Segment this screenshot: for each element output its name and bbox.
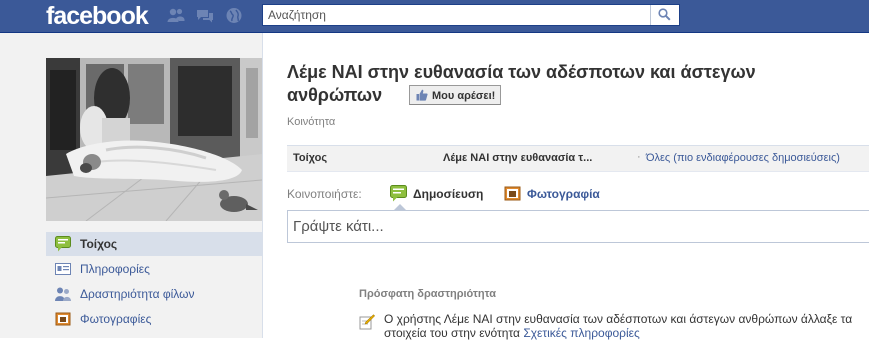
- page-title: Λέμε ΝΑΙ στην ευθανασία των αδέσποτων κα…: [287, 61, 847, 107]
- share-post-label: Δημοσίευση: [413, 187, 484, 201]
- sidebar-item-label: Πληροφορίες: [80, 262, 150, 276]
- tab-all-posts-filter[interactable]: Όλες (πιο ενδιαφέρουσες δημοσιεύσεις): [646, 152, 840, 164]
- messages-icon[interactable]: [196, 7, 214, 24]
- search-box: [262, 4, 680, 26]
- share-photo-label: Φωτογραφία: [527, 187, 600, 201]
- like-button-label: Μου αρέσει!: [432, 90, 496, 102]
- like-button[interactable]: Μου αρέσει!: [409, 85, 502, 105]
- notifications-globe-icon[interactable]: [225, 7, 243, 24]
- sidebar-item-label: Δραστηριότητα φίλων: [80, 287, 195, 301]
- sidebar-item-wall[interactable]: Τοίχος: [46, 232, 262, 256]
- composer-box: [287, 210, 869, 243]
- photo-share-icon: [504, 186, 521, 201]
- status-composer-input[interactable]: [288, 211, 853, 242]
- page-title-line2: ανθρώπων: [287, 85, 383, 105]
- sidebar-item-friend-activity[interactable]: Δραστηριότητα φίλων: [46, 282, 262, 306]
- sidebar-item-info[interactable]: Πληροφορίες: [46, 257, 262, 281]
- page-category: Κοινότητα: [287, 116, 336, 128]
- sidebar-item-photos[interactable]: Φωτογραφίες: [46, 307, 262, 331]
- share-options: Κοινοποιήστε: Δημοσίευση Φωτογραφία: [287, 185, 869, 203]
- wall-filter-bar: Τοίχος Λέμε ΝΑΙ στην ευθανασία τ... · Όλ…: [287, 145, 869, 172]
- recent-activity-header: Πρόσφατη δραστηριότητα: [359, 288, 496, 300]
- wall-icon: [55, 236, 71, 252]
- friends-icon: [55, 287, 71, 301]
- tab-wall[interactable]: Τοίχος: [293, 152, 327, 164]
- main-content: Λέμε ΝΑΙ στην ευθανασία των αδέσποτων κα…: [287, 33, 869, 340]
- friend-requests-icon[interactable]: [167, 7, 185, 24]
- sidebar-nav: Τοίχος Πληροφορίες Δραστηριότητα φίλων Φ…: [46, 232, 262, 332]
- profile-picture[interactable]: [46, 58, 262, 221]
- activity-text: Ο χρήστης Λέμε ΝΑΙ στην ευθανασία των αδ…: [384, 312, 854, 340]
- thumbs-up-icon: [416, 89, 428, 101]
- status-post-icon: [390, 185, 407, 202]
- profile-photo-image: [46, 58, 262, 221]
- sidebar-item-label: Τοίχος: [80, 237, 118, 251]
- photos-icon: [55, 312, 71, 326]
- search-button[interactable]: [650, 5, 679, 25]
- top-bar: facebook: [0, 0, 869, 33]
- info-icon: [55, 263, 71, 275]
- page-title-line1: Λέμε ΝΑΙ στην ευθανασία των αδέσποτων κα…: [287, 62, 756, 82]
- sidebar-item-label: Φωτογραφίες: [80, 312, 152, 326]
- tab-separator: ·: [637, 151, 641, 163]
- facebook-logo[interactable]: facebook: [46, 2, 149, 31]
- search-icon: [658, 8, 671, 21]
- search-input[interactable]: [263, 5, 656, 25]
- tab-page-posts[interactable]: Λέμε ΝΑΙ στην ευθανασία τ...: [443, 152, 592, 164]
- share-label: Κοινοποιήστε:: [287, 187, 362, 201]
- edit-pencil-icon: [359, 314, 375, 330]
